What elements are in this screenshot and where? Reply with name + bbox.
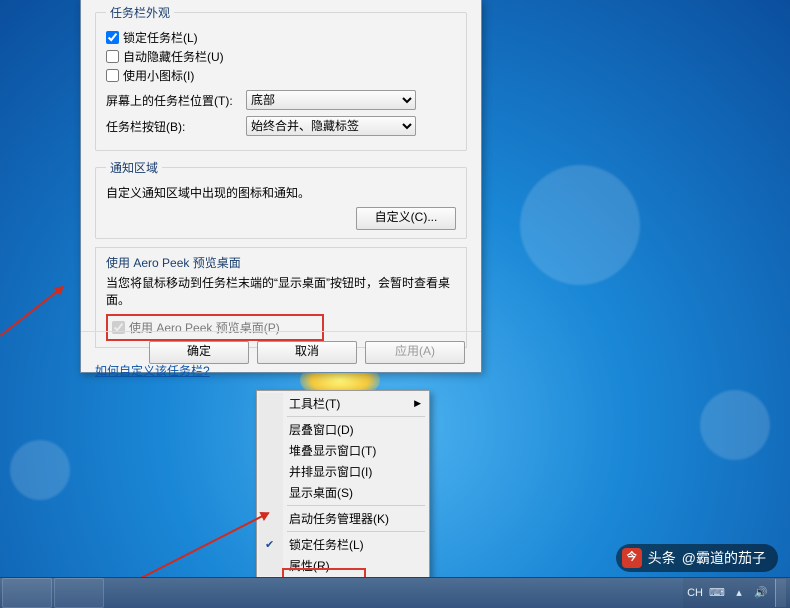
menu-lock-taskbar[interactable]: ✔ 锁定任务栏(L) bbox=[259, 534, 427, 555]
menu-cascade-label: 层叠窗口(D) bbox=[289, 421, 354, 438]
tray-volume-icon[interactable]: 🔊 bbox=[753, 585, 769, 601]
autohide-label: 自动隐藏任务栏(U) bbox=[123, 48, 224, 65]
language-indicator[interactable]: CH bbox=[687, 587, 703, 599]
appearance-legend: 任务栏外观 bbox=[106, 4, 174, 21]
bg-flare bbox=[700, 390, 770, 460]
peek-title: 使用 Aero Peek 预览桌面 bbox=[106, 254, 456, 271]
apply-button[interactable]: 应用(A) bbox=[365, 341, 465, 364]
notification-area-group: 通知区域 自定义通知区域中出现的图标和通知。 自定义(C)... bbox=[95, 159, 467, 239]
cancel-button[interactable]: 取消 bbox=[257, 341, 357, 364]
watermark-logo-icon: 今 bbox=[622, 548, 642, 568]
autohide-checkbox[interactable] bbox=[106, 50, 119, 63]
menu-taskmgr-label: 启动任务管理器(K) bbox=[289, 510, 389, 527]
annotation-arrow bbox=[135, 512, 269, 581]
menu-toolbars-label: 工具栏(T) bbox=[289, 395, 340, 412]
tray-keyboard-icon[interactable]: ⌨ bbox=[709, 585, 725, 601]
ok-button[interactable]: 确定 bbox=[149, 341, 249, 364]
taskbar-context-menu: 工具栏(T) ▶ 层叠窗口(D) 堆叠显示窗口(T) 并排显示窗口(I) 显示桌… bbox=[256, 390, 430, 579]
appearance-group: 任务栏外观 锁定任务栏(L) 自动隐藏任务栏(U) 使用小图标(I) 屏幕上的任… bbox=[95, 4, 467, 151]
position-label: 屏幕上的任务栏位置(T): bbox=[106, 92, 246, 109]
annotation-arrow bbox=[0, 286, 64, 336]
taskbar-app-icon[interactable] bbox=[54, 578, 104, 608]
taskbar-left bbox=[0, 578, 104, 608]
buttons-label: 任务栏按钮(B): bbox=[106, 118, 246, 135]
watermark-prefix: 头条 bbox=[648, 548, 676, 568]
bg-flare bbox=[520, 165, 640, 285]
menu-task-manager[interactable]: 启动任务管理器(K) bbox=[259, 508, 427, 529]
menu-properties[interactable]: 属性(R) bbox=[259, 555, 427, 576]
menu-separator bbox=[287, 505, 425, 506]
menu-stackv-label: 并排显示窗口(I) bbox=[289, 463, 372, 480]
taskbar[interactable]: CH ⌨ ▴ 🔊 bbox=[0, 577, 790, 608]
menu-lock-label: 锁定任务栏(L) bbox=[289, 536, 364, 553]
notify-legend: 通知区域 bbox=[106, 159, 162, 176]
check-icon: ✔ bbox=[265, 538, 274, 551]
watermark: 今 头条 @霸道的茄子 bbox=[616, 544, 778, 572]
menu-stack-horizontal[interactable]: 堆叠显示窗口(T) bbox=[259, 440, 427, 461]
submenu-arrow-icon: ▶ bbox=[414, 398, 421, 409]
lock-taskbar-checkbox[interactable] bbox=[106, 31, 119, 44]
taskbar-app-icon[interactable] bbox=[2, 578, 52, 608]
customize-button[interactable]: 自定义(C)... bbox=[356, 207, 456, 230]
dialog-button-bar: 确定 取消 应用(A) bbox=[81, 331, 481, 372]
system-tray: CH ⌨ ▴ 🔊 bbox=[683, 578, 790, 608]
tray-chevron-icon[interactable]: ▴ bbox=[731, 585, 747, 601]
watermark-author: @霸道的茄子 bbox=[682, 548, 766, 568]
desktop: 任务栏外观 锁定任务栏(L) 自动隐藏任务栏(U) 使用小图标(I) 屏幕上的任… bbox=[0, 0, 790, 608]
menu-stack-vertical[interactable]: 并排显示窗口(I) bbox=[259, 461, 427, 482]
lock-taskbar-label: 锁定任务栏(L) bbox=[123, 29, 198, 46]
menu-separator bbox=[287, 531, 425, 532]
buttons-select[interactable]: 始终合并、隐藏标签 bbox=[246, 116, 416, 136]
notify-desc: 自定义通知区域中出现的图标和通知。 bbox=[106, 184, 456, 201]
position-select[interactable]: 底部 bbox=[246, 90, 416, 110]
menu-stackh-label: 堆叠显示窗口(T) bbox=[289, 442, 376, 459]
small-icons-checkbox[interactable] bbox=[106, 69, 119, 82]
show-desktop-button[interactable] bbox=[775, 579, 786, 607]
menu-toolbars[interactable]: 工具栏(T) ▶ bbox=[259, 393, 427, 414]
menu-props-label: 属性(R) bbox=[289, 557, 330, 574]
taskbar-properties-dialog: 任务栏外观 锁定任务栏(L) 自动隐藏任务栏(U) 使用小图标(I) 屏幕上的任… bbox=[80, 0, 482, 373]
bg-flare bbox=[10, 440, 70, 500]
menu-cascade[interactable]: 层叠窗口(D) bbox=[259, 419, 427, 440]
menu-showdesk-label: 显示桌面(S) bbox=[289, 484, 353, 501]
menu-separator bbox=[287, 416, 425, 417]
menu-show-desktop[interactable]: 显示桌面(S) bbox=[259, 482, 427, 503]
peek-desc: 当您将鼠标移动到任务栏末端的“显示桌面”按钮时，会暂时查看桌面。 bbox=[106, 274, 456, 308]
small-icons-label: 使用小图标(I) bbox=[123, 67, 194, 84]
